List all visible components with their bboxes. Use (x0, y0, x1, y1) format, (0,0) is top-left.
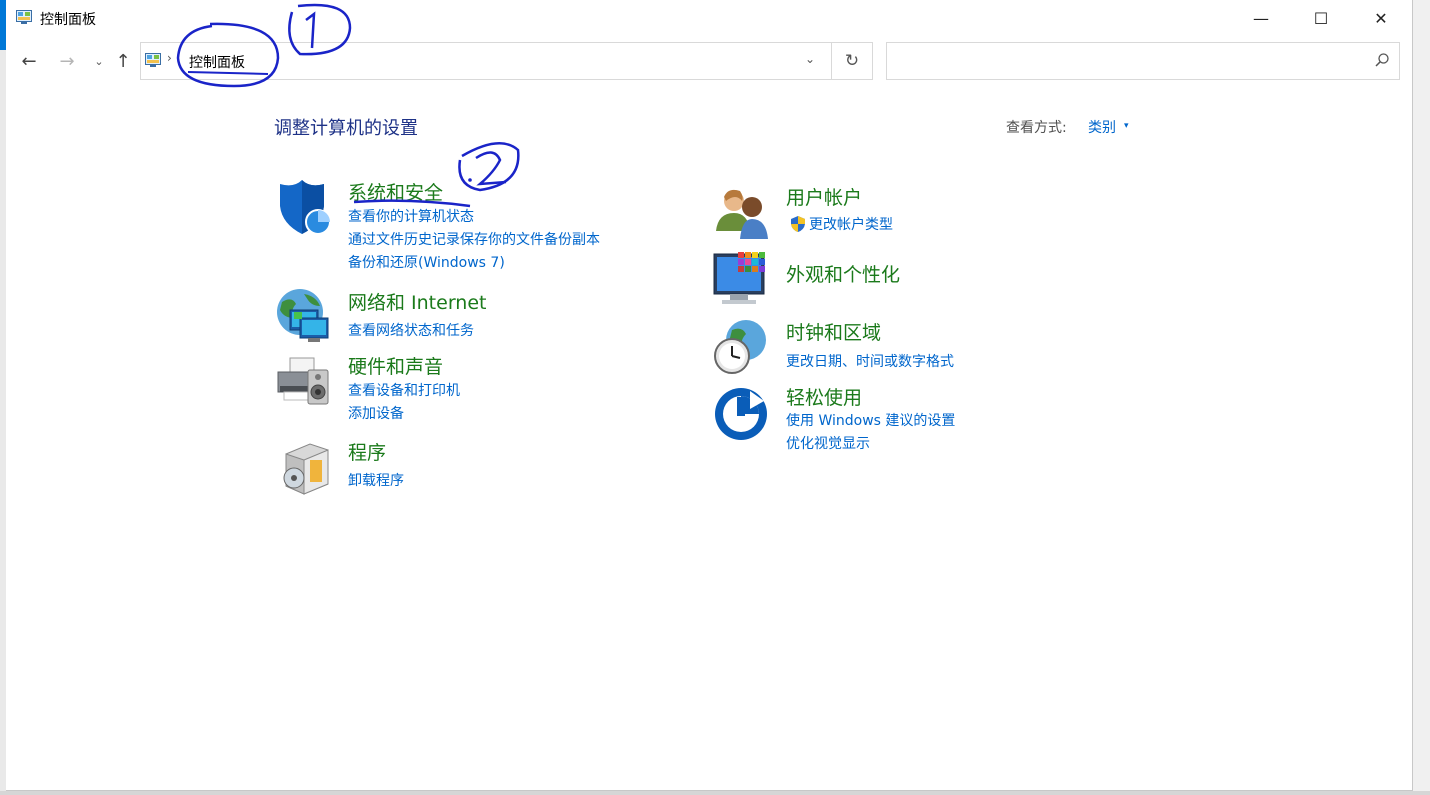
up-arrow-icon: ↑ (115, 50, 131, 72)
up-button[interactable]: ↑ (112, 50, 134, 72)
link-devices-printers[interactable]: 查看设备和打印机 (348, 380, 460, 400)
uac-shield-icon (791, 216, 805, 232)
view-by-caret-icon[interactable]: ▾ (1124, 121, 1129, 131)
category-title[interactable]: 外观和个性化 (786, 260, 900, 287)
category-title[interactable]: 网络和 Internet (348, 288, 486, 315)
close-icon: ✕ (1374, 8, 1388, 28)
search-icon (1375, 53, 1389, 67)
shield-icon[interactable] (274, 178, 332, 236)
category-title[interactable]: 程序 (348, 438, 386, 465)
navigation-bar: ← → ⌄ ↑ › 控制面板 ⌄ ↻ (6, 42, 1412, 82)
back-button[interactable]: ← (18, 50, 40, 72)
refresh-icon: ↻ (844, 51, 860, 71)
link-uninstall-program[interactable]: 卸载程序 (348, 470, 404, 490)
desktop-edge-right (1412, 0, 1430, 795)
link-recommended-settings[interactable]: 使用 Windows 建议的设置 (786, 410, 955, 430)
recent-locations-button[interactable]: ⌄ (88, 50, 110, 72)
address-bar[interactable]: › 控制面板 ⌄ (140, 42, 832, 80)
maximize-button[interactable]: ☐ (1292, 0, 1350, 36)
link-add-device[interactable]: 添加设备 (348, 403, 404, 423)
desktop-edge-bottom (0, 791, 1430, 795)
control-panel-icon (145, 53, 161, 67)
network-globe-icon[interactable] (274, 288, 332, 346)
forward-arrow-icon: → (59, 50, 75, 72)
link-label: 更改帐户类型 (809, 217, 893, 233)
category-title[interactable]: 系统和安全 (348, 178, 443, 205)
maximize-icon: ☐ (1313, 8, 1329, 28)
control-panel-icon (16, 10, 32, 24)
address-dropdown-icon[interactable]: ⌄ (805, 52, 815, 66)
view-by-label: 查看方式: (1006, 120, 1067, 136)
link-change-account-type[interactable]: 更改帐户类型 (790, 214, 893, 234)
chevron-down-icon: ⌄ (94, 54, 104, 68)
link-date-time-format[interactable]: 更改日期、时间或数字格式 (786, 351, 954, 371)
link-view-computer-status[interactable]: 查看你的计算机状态 (348, 206, 474, 226)
users-icon[interactable] (712, 183, 770, 241)
category-title[interactable]: 轻松使用 (786, 383, 862, 410)
page-title: 调整计算机的设置 (274, 118, 418, 139)
title-bar[interactable]: 控制面板 — ☐ ✕ (6, 0, 1412, 36)
printer-speaker-icon[interactable] (274, 352, 332, 410)
close-button[interactable]: ✕ (1352, 0, 1410, 36)
search-input[interactable] (886, 42, 1400, 80)
category-title[interactable]: 时钟和区域 (786, 318, 881, 345)
breadcrumb-control-panel[interactable]: 控制面板 (189, 52, 245, 72)
clock-globe-icon[interactable] (712, 318, 770, 376)
appearance-monitor-icon[interactable] (712, 250, 770, 308)
minimize-icon: — (1253, 8, 1269, 28)
breadcrumb-separator-icon[interactable]: › (167, 51, 172, 65)
control-panel-window: 控制面板 — ☐ ✕ ← → ⌄ ↑ › 控制面板 ⌄ ↻ 调整计算机的设置 查… (6, 0, 1413, 791)
link-optimize-display[interactable]: 优化视觉显示 (786, 433, 870, 453)
minimize-button[interactable]: — (1232, 0, 1290, 36)
back-arrow-icon: ← (21, 50, 37, 72)
window-title: 控制面板 (40, 12, 96, 28)
refresh-button[interactable]: ↻ (832, 42, 873, 80)
category-title[interactable]: 用户帐户 (786, 183, 862, 210)
view-by-dropdown[interactable]: 类别 (1088, 117, 1116, 137)
category-title[interactable]: 硬件和声音 (348, 352, 443, 379)
programs-box-icon[interactable] (274, 438, 332, 496)
forward-button[interactable]: → (56, 50, 78, 72)
link-network-status[interactable]: 查看网络状态和任务 (348, 320, 474, 340)
link-backup-restore[interactable]: 备份和还原(Windows 7) (348, 252, 505, 272)
link-file-history[interactable]: 通过文件历史记录保存你的文件备份副本 (348, 229, 600, 249)
ease-of-access-icon[interactable] (712, 383, 770, 441)
